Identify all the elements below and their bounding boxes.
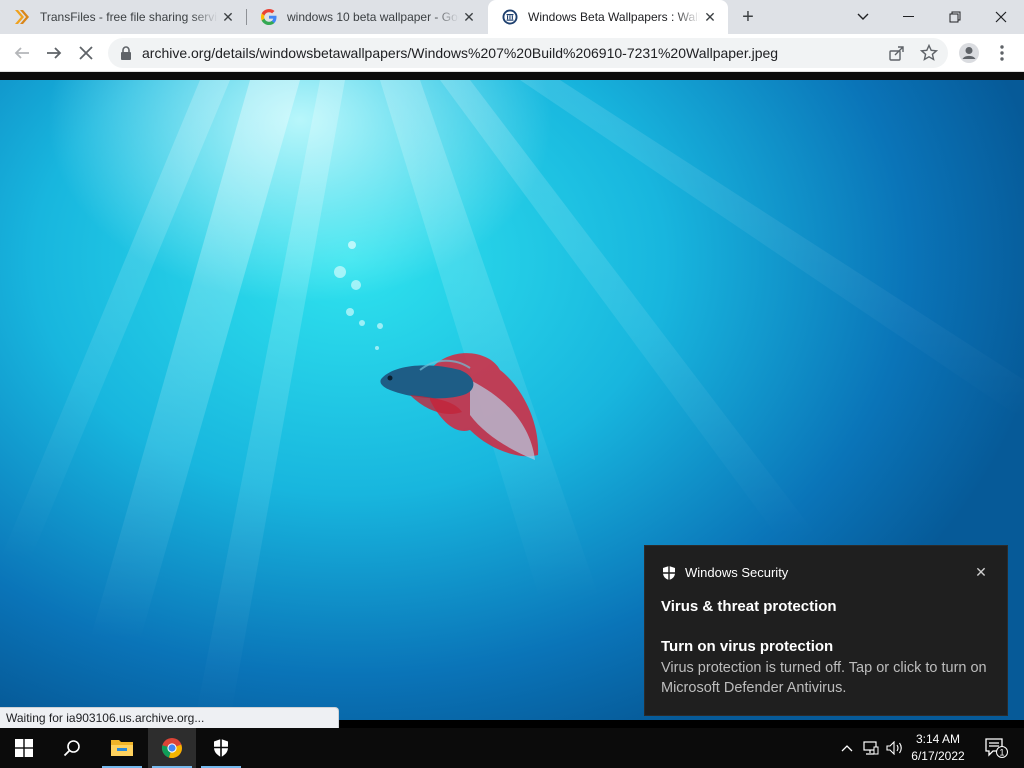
- toast-heading: Virus & threat protection: [661, 598, 837, 615]
- network-icon[interactable]: [860, 728, 882, 768]
- show-hidden-icons-chevron-icon[interactable]: [836, 728, 858, 768]
- forward-arrow-icon[interactable]: [40, 39, 68, 67]
- restore-icon[interactable]: [932, 0, 978, 34]
- betta-fish-illustration: [380, 353, 539, 460]
- lock-icon[interactable]: [120, 46, 132, 65]
- tab-close-icon[interactable]: ✕: [700, 7, 720, 27]
- search-icon: [63, 740, 80, 757]
- windows-logo-icon: [15, 739, 33, 757]
- action-center-button[interactable]: 1: [978, 728, 1014, 768]
- windows-security-toast[interactable]: Windows Security ✕ Virus & threat protec…: [644, 545, 1008, 716]
- volume-icon[interactable]: [884, 728, 906, 768]
- transfiles-chevron-icon: [14, 9, 30, 25]
- chrome-icon: [161, 738, 182, 758]
- clock-time: 3:14 AM: [915, 732, 961, 746]
- taskbar-search-button[interactable]: [48, 728, 96, 768]
- archive-org-icon: [502, 9, 518, 25]
- shield-icon: [214, 739, 228, 757]
- tab-strip: TransFiles - free file sharing service ✕…: [0, 0, 1024, 34]
- tab-transfiles[interactable]: TransFiles - free file sharing service ✕: [0, 0, 246, 34]
- taskbar-chrome[interactable]: [148, 728, 196, 768]
- toast-app-name: Windows Security: [685, 565, 789, 580]
- new-tab-button[interactable]: +: [736, 5, 760, 29]
- toast-close-icon[interactable]: ✕: [971, 562, 991, 582]
- kebab-menu-icon[interactable]: [988, 39, 1016, 67]
- folder-icon: [111, 740, 133, 756]
- tab-title: TransFiles - free file sharing service: [40, 10, 218, 24]
- toast-subheading: Turn on virus protection: [661, 638, 834, 655]
- notification-count: 1: [999, 747, 1004, 757]
- browser-toolbar: archive.org/details/windowsbetawallpaper…: [0, 34, 1024, 72]
- stop-loading-icon[interactable]: [72, 39, 100, 67]
- tab-search-chevron-icon[interactable]: [840, 0, 886, 34]
- notification-icon: 1: [985, 738, 1008, 758]
- address-bar[interactable]: archive.org/details/windowsbetawallpaper…: [108, 38, 948, 68]
- tab-close-icon[interactable]: ✕: [218, 7, 238, 27]
- tab-google-search[interactable]: windows 10 beta wallpaper - Google Searc…: [247, 0, 487, 34]
- close-window-icon[interactable]: [978, 0, 1024, 34]
- tab-title: windows 10 beta wallpaper - Google Searc…: [287, 10, 459, 24]
- taskbar-file-explorer[interactable]: [98, 728, 146, 768]
- url-text[interactable]: archive.org/details/windowsbetawallpaper…: [142, 38, 882, 68]
- google-g-icon: [261, 9, 277, 25]
- clock-date: 6/17/2022: [911, 749, 965, 763]
- share-icon[interactable]: [888, 44, 906, 67]
- tab-close-icon[interactable]: ✕: [459, 7, 479, 27]
- taskbar-clock[interactable]: 3:14 AM 6/17/2022: [904, 731, 972, 765]
- page-top-bar: [0, 72, 1024, 80]
- windows-security-shield-icon: [661, 565, 677, 586]
- minimize-icon[interactable]: [886, 0, 932, 34]
- bookmark-star-icon[interactable]: [919, 43, 939, 67]
- taskbar-windows-security[interactable]: [197, 728, 245, 768]
- browser-status-bubble: Waiting for ia903106.us.archive.org...: [0, 707, 339, 728]
- profile-avatar-icon[interactable]: [955, 39, 983, 67]
- windows-taskbar: 3:14 AM 6/17/2022 1: [0, 728, 1024, 768]
- tab-title: Windows Beta Wallpapers : Wallpapers: [528, 10, 700, 24]
- back-arrow-icon[interactable]: [8, 39, 36, 67]
- toast-body: Virus protection is turned off. Tap or c…: [661, 660, 987, 696]
- start-button[interactable]: [0, 728, 48, 768]
- tab-archive-wallpapers[interactable]: Windows Beta Wallpapers : Wallpapers ✕: [488, 0, 728, 34]
